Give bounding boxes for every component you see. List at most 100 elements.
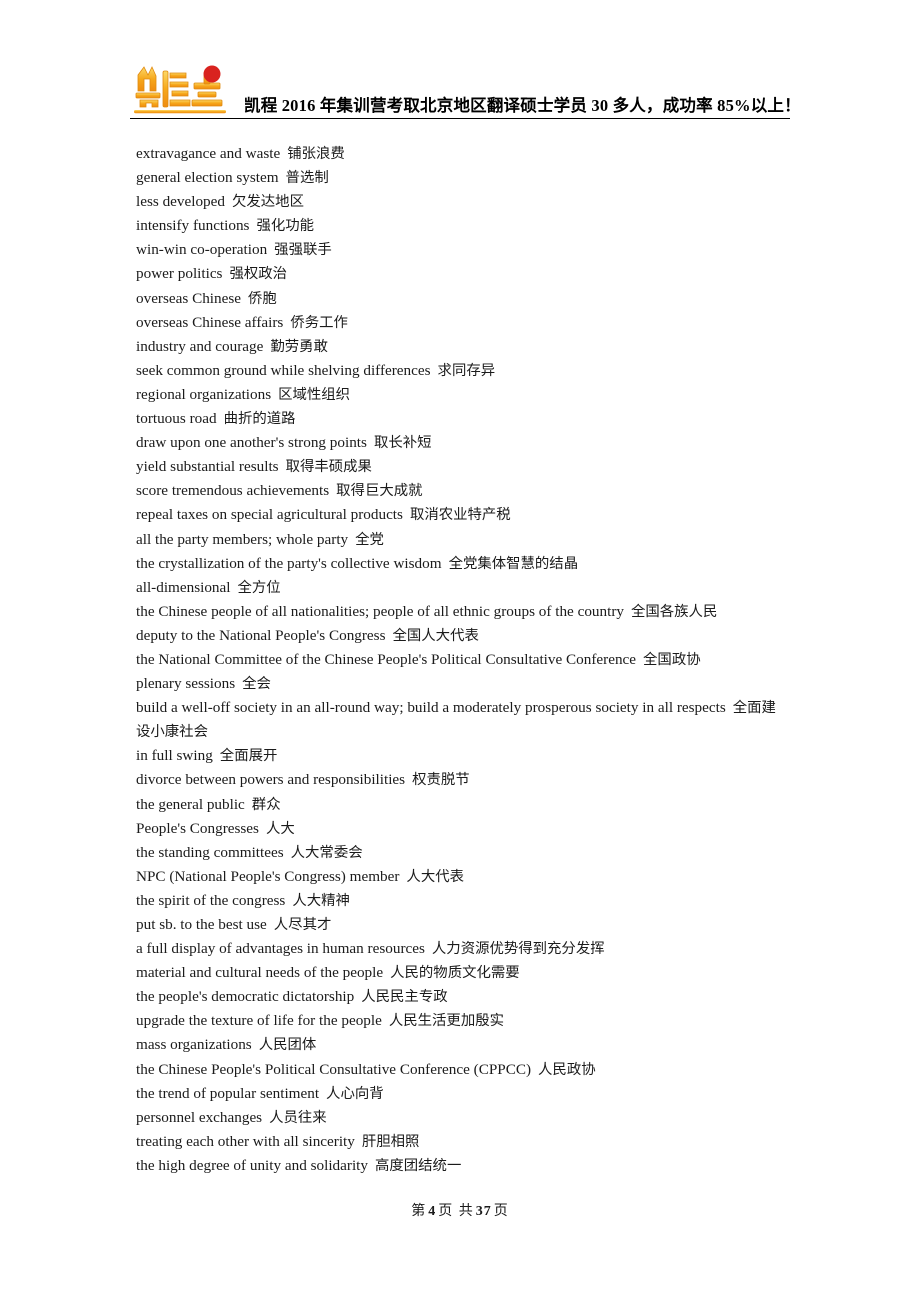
entry-english: power politics	[136, 265, 223, 283]
entry-chinese: 权责脱节	[412, 772, 470, 789]
glossary-entry: overseas Chinese affairs 侨务工作	[136, 311, 796, 335]
footer-prefix: 第	[411, 1203, 427, 1219]
entry-english: upgrade the texture of life for the peop…	[136, 1012, 382, 1030]
entry-chinese: 普选制	[285, 170, 329, 187]
entry-chinese: 人民政协	[538, 1061, 596, 1078]
entry-chinese: 全党集体智慧的结晶	[448, 555, 579, 572]
footer-current-page: 4	[428, 1204, 437, 1219]
footer-suffix: 页	[493, 1203, 509, 1219]
entry-chinese: 人大常委会	[290, 844, 363, 861]
entry-english: NPC (National People's Congress) member	[136, 867, 400, 885]
entry-english: the Chinese people of all nationalities;…	[136, 602, 624, 620]
entry-chinese: 人尽其才	[273, 917, 332, 933]
entry-chinese: 强权政治	[229, 266, 288, 283]
entry-chinese: 全国政协	[643, 651, 701, 668]
entry-chinese: 全面展开	[219, 748, 278, 765]
glossary-entry: intensify functions 强化功能	[136, 214, 796, 238]
glossary-entry: regional organizations 区域性组织	[136, 383, 796, 407]
document-page: 凯程 2016 年集训营考取北京地区翻译硕士学员 30 多人，成功率 85%以上…	[0, 0, 920, 1302]
entry-english: mass organizations	[136, 1036, 252, 1054]
entry-english: regional organizations	[136, 385, 272, 403]
entry-chinese: 强化功能	[256, 218, 315, 235]
entry-english: the general public	[136, 795, 245, 813]
entry-chinese: 群众	[251, 796, 281, 813]
glossary-entry: material and cultural needs of the peopl…	[136, 961, 796, 985]
entry-english: seek common ground while shelving differ…	[136, 361, 431, 379]
entry-english: intensify functions	[136, 217, 250, 235]
entry-english: build a well-off society in an all-round…	[136, 699, 726, 717]
glossary-entry: the high degree of unity and solidarity 高…	[136, 1154, 796, 1178]
glossary-entry: treating each other with all sincerity 肝胆…	[136, 1130, 796, 1154]
entry-english: the people's democratic dictatorship	[136, 988, 355, 1006]
entry-english: the high degree of unity and solidarity	[136, 1156, 368, 1174]
entry-chinese: 曲折的道路	[223, 411, 296, 428]
entry-chinese: 人大精神	[292, 892, 350, 909]
entry-chinese: 人大代表	[406, 868, 464, 885]
glossary-entry: divorce between powers and responsibilit…	[136, 768, 796, 792]
entry-chinese: 人心向背	[326, 1085, 384, 1102]
entry-english: treating each other with all sincerity	[136, 1132, 355, 1150]
entry-english: industry and courage	[136, 337, 264, 355]
entry-chinese: 取得丰硕成果	[285, 459, 372, 476]
glossary-entry: the National Committee of the Chinese Pe…	[136, 648, 796, 672]
glossary-entry: personnel exchanges 人员往来	[136, 1106, 796, 1130]
entry-chinese: 人民民主专政	[361, 989, 448, 1006]
glossary-entry: all the party members; whole party 全党	[136, 528, 796, 552]
glossary-entry: the general public 群众	[136, 793, 796, 817]
entry-english: People's Congresses	[136, 819, 259, 837]
glossary-entry: the Chinese people of all nationalities;…	[136, 600, 796, 624]
glossary-entry: less developed 欠发达地区	[136, 190, 796, 214]
entry-chinese: 人民的物质文化需要	[390, 965, 520, 982]
entry-english: score tremendous achievements	[136, 482, 330, 500]
glossary-entry: extravagance and waste 铺张浪费	[136, 142, 796, 166]
entry-english: plenary sessions	[136, 675, 236, 693]
entry-chinese: 人大	[265, 820, 295, 837]
entry-chinese: 人员往来	[269, 1109, 327, 1126]
header-title: 凯程 2016 年集训营考取北京地区翻译硕士学员 30 多人，成功率 85%以上…	[244, 96, 801, 115]
entry-english: draw upon one another's strong points	[136, 434, 367, 452]
glossary-entry: the standing committees 人大常委会	[136, 841, 796, 865]
entry-english: all the party members; whole party	[136, 530, 349, 548]
glossary-entry: the crystallization of the party's colle…	[136, 552, 796, 576]
entry-chinese: 侨务工作	[290, 314, 348, 331]
entry-english: repeal taxes on special agricultural pro…	[136, 506, 403, 524]
entry-english: the National Committee of the Chinese Pe…	[136, 650, 637, 668]
entry-chinese: 全党	[355, 531, 384, 548]
entry-chinese: 勤劳勇敢	[270, 338, 328, 355]
glossary-entry: score tremendous achievements 取得巨大成就	[136, 479, 796, 503]
glossary-entry: tortuous road 曲折的道路	[136, 407, 796, 431]
entry-chinese: 全会	[242, 676, 271, 693]
glossary-list: extravagance and waste 铺张浪费 general elect…	[136, 142, 796, 1178]
glossary-entry: the people's democratic dictatorship 人民民主…	[136, 985, 796, 1009]
header-divider	[130, 118, 790, 119]
entry-chinese: 区域性组织	[278, 386, 351, 403]
glossary-entry: the Chinese People's Political Consultat…	[136, 1058, 796, 1082]
entry-english: win-win co-operation	[136, 241, 268, 259]
glossary-entry: general election system 普选制	[136, 166, 796, 190]
entry-chinese: 取得巨大成就	[336, 483, 423, 500]
page-header: 凯程 2016 年集训营考取北京地区翻译硕士学员 30 多人，成功率 85%以上…	[130, 55, 801, 119]
entry-chinese: 求同存异	[437, 362, 496, 379]
footer-total-pages: 37	[475, 1204, 492, 1219]
entry-english: tortuous road	[136, 410, 217, 428]
entry-chinese: 强强联手	[274, 242, 332, 259]
entry-english: overseas Chinese affairs	[136, 313, 284, 331]
entry-english: divorce between powers and responsibilit…	[136, 771, 406, 789]
entry-english: overseas Chinese	[136, 289, 242, 307]
entry-english: all-dimensional	[136, 578, 231, 596]
entry-chinese: 全方位	[237, 579, 281, 596]
glossary-entry: upgrade the texture of life for the peop…	[136, 1009, 796, 1033]
glossary-entry: industry and courage 勤劳勇敢	[136, 335, 796, 359]
glossary-entry: the trend of popular sentiment 人心向背	[136, 1082, 796, 1106]
entry-english: general election system	[136, 169, 279, 187]
glossary-entry: put sb. to the best use 人尽其才	[136, 913, 796, 937]
kaicheng-logo-icon	[130, 61, 234, 117]
glossary-entry: all-dimensional 全方位	[136, 576, 796, 600]
entry-chinese: 取消农业特产税	[409, 507, 511, 524]
glossary-entry: repeal taxes on special agricultural pro…	[136, 503, 796, 527]
entry-chinese: 人民生活更加殷实	[388, 1013, 504, 1030]
entry-english: the Chinese People's Political Consultat…	[136, 1060, 532, 1078]
entry-english: yield substantial results	[136, 458, 279, 476]
entry-chinese: 人民团体	[258, 1037, 317, 1054]
entry-english: a full display of advantages in human re…	[136, 940, 425, 958]
